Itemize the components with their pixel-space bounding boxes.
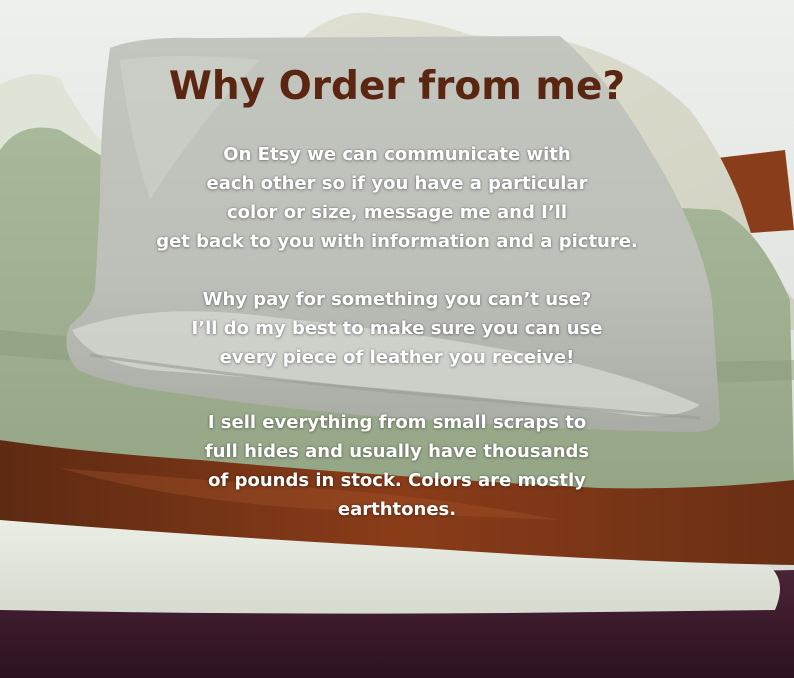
text-line: get back to you with information and a p… [156,231,638,252]
headline: Why Order from me? [168,64,626,109]
text-line: earthtones. [337,499,457,520]
text-line: On Etsy we can communicate with [223,144,571,165]
text-line: full hides and usually have thousands [204,441,590,462]
text-line: every piece of leather you receive! [219,347,575,368]
text-line: Why pay for something you can’t use? [202,289,592,310]
paragraph-inventory: I sell everything from small scraps to f… [0,408,794,524]
text-overlay: Why Order from me? On Etsy we can commun… [0,0,794,678]
text-line: I’ll do my best to make sure you can use [191,318,603,339]
leather-photo-graphic: Why Order from me? On Etsy we can commun… [0,0,794,678]
text-line: of pounds in stock. Colors are mostly [208,470,586,491]
text-line: I sell everything from small scraps to [207,412,587,433]
text-line: color or size, message me and I’ll [226,202,567,223]
text-line: each other so if you have a particular [206,173,588,194]
paragraph-communication: On Etsy we can communicate with each oth… [0,140,794,256]
paragraph-usefulness: Why pay for something you can’t use? I’l… [0,285,794,372]
